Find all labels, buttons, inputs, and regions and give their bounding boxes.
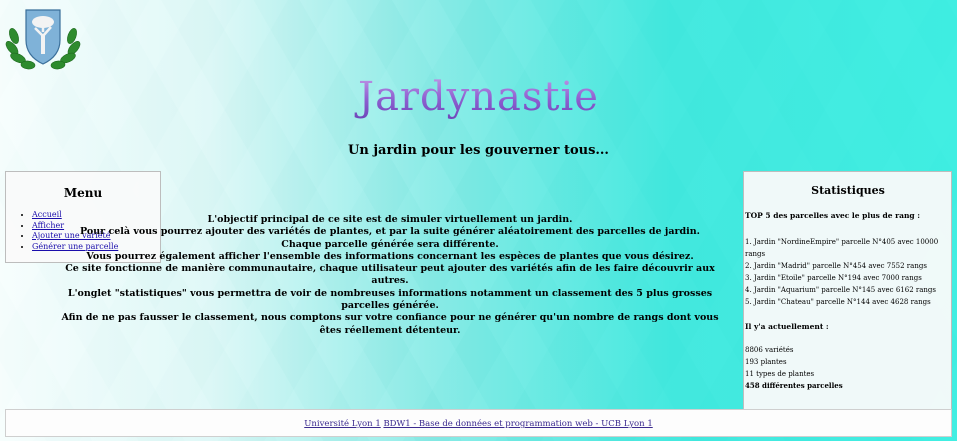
stats-heading: Statistiques	[811, 184, 885, 197]
top5-item: 5. Jardin "Chateau" parcelle N°144 avec …	[745, 298, 931, 306]
top5-item: 1. Jardin "NordineEmpire" parcelle N°405…	[745, 238, 939, 258]
top5-heading: TOP 5 des parcelles avec le plus de rang…	[745, 211, 921, 220]
parcels-count: 458 différentes parcelles	[745, 381, 843, 391]
stats-counts: 8806 variétés 193 plantes 11 types de pl…	[745, 345, 951, 392]
intro-line: Chaque parcelle générée sera différente.	[281, 238, 499, 250]
intro-line: Pour celà vous pourrez ajouter des varié…	[80, 226, 700, 238]
footer-link-universite[interactable]: Université Lyon 1	[304, 419, 380, 429]
top5-item: 4. Jardin "Aquarium" parcelle N°145 avec…	[745, 286, 936, 294]
top5-item: 2. Jardin "Madrid" parcelle N°454 avec 7…	[745, 262, 927, 270]
intro-text: L'objectif principal de ce site est de s…	[60, 214, 720, 337]
page-footer: Université Lyon 1 BDW1 - Base de données…	[5, 409, 952, 437]
top5-list: 1. Jardin "NordineEmpire" parcelle N°405…	[745, 236, 951, 308]
plants-count: 193 plantes	[745, 357, 787, 366]
top5-item: 3. Jardin "Etoile" parcelle N°194 avec 7…	[745, 274, 922, 282]
intro-line: Vous pourrez également afficher l'ensemb…	[86, 250, 694, 262]
intro-line: Afin de ne pas fausser le classement, no…	[61, 312, 719, 336]
types-count: 11 types de plantes	[745, 369, 815, 378]
varieties-count: 8806 variétés	[745, 346, 794, 354]
intro-line: Ce site fonctionne de manière communauta…	[65, 263, 715, 287]
site-logo-icon	[4, 6, 82, 72]
footer-link-bdw1[interactable]: BDW1 - Base de données et programmation …	[383, 419, 652, 429]
intro-line: L'onglet "statistiques" vous permettra d…	[67, 287, 713, 312]
current-heading: Il y'a actuellement :	[745, 322, 829, 331]
stats-panel: Statistiques TOP 5 des parcelles avec le…	[743, 171, 952, 409]
menu-heading: Menu	[63, 186, 103, 200]
intro-line: L'objectif principal de ce site est de s…	[207, 214, 573, 225]
site-subtitle: Un jardin pour les gouverner tous...	[348, 143, 609, 158]
menu-link-accueil[interactable]: Accueil	[32, 210, 62, 219]
site-title: Jardynastie	[0, 74, 957, 120]
